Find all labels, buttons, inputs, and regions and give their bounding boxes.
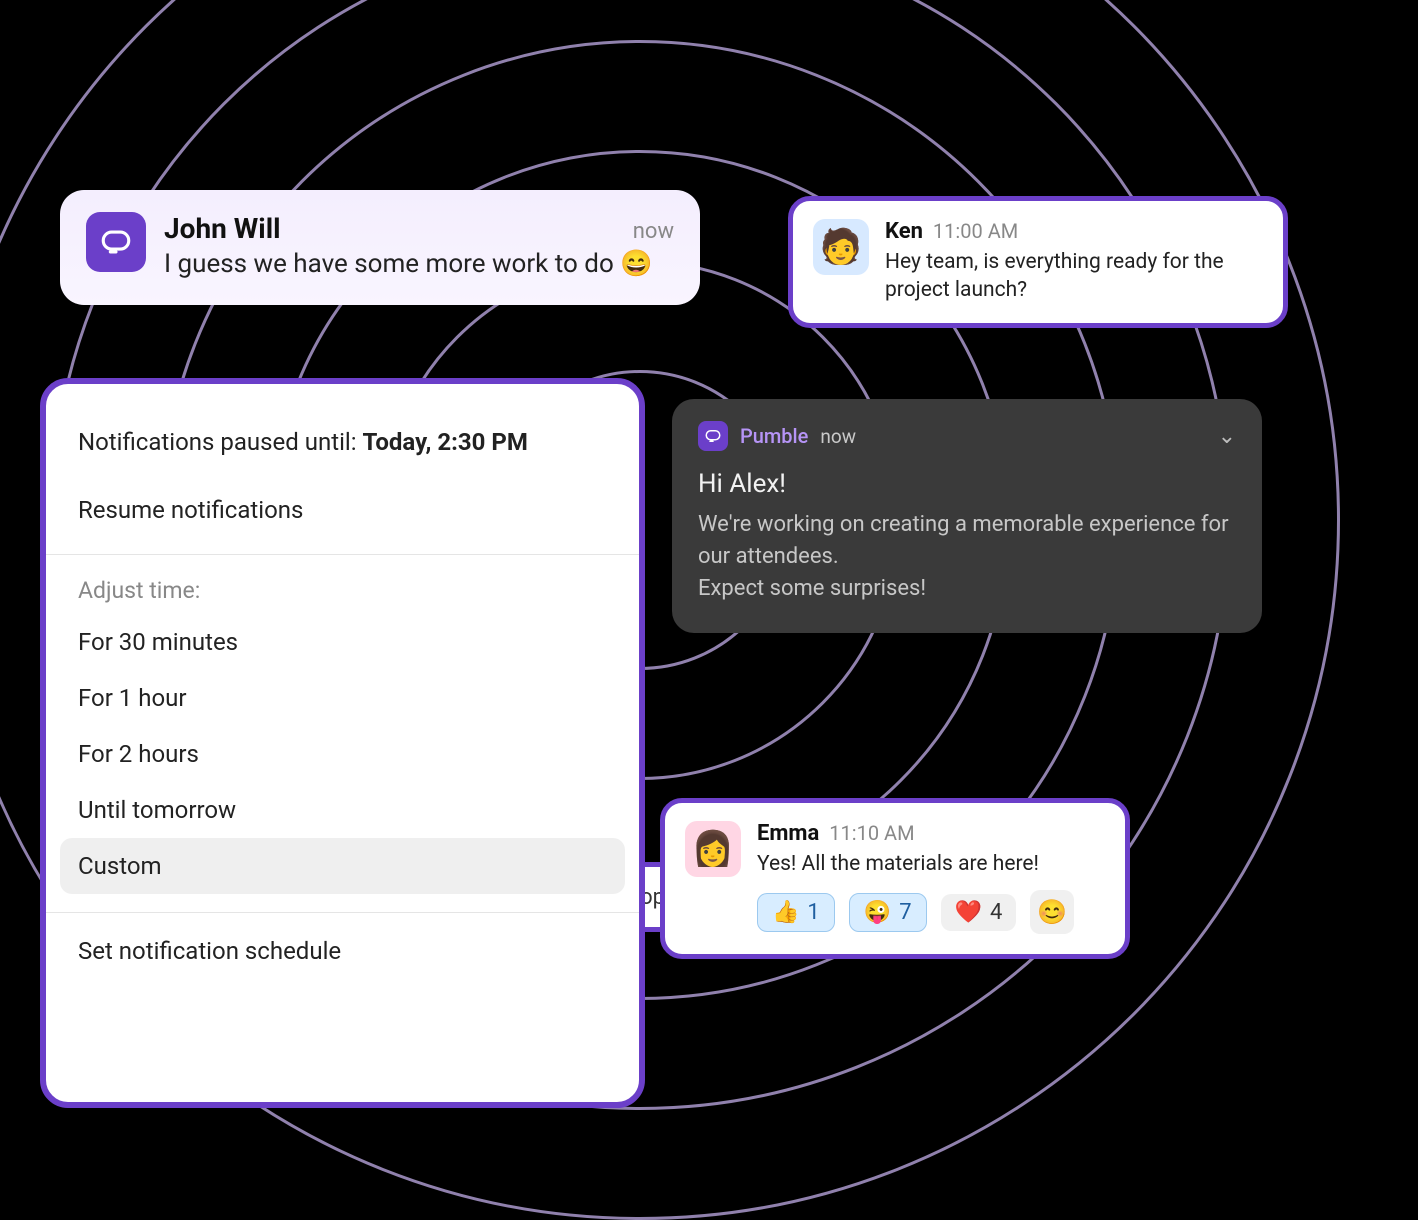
message-ken[interactable]: 🧑 Ken 11:00 AM Hey team, is everything r… bbox=[788, 196, 1288, 328]
add-reaction-icon: 😊 bbox=[1037, 898, 1067, 926]
sender-name: Emma bbox=[757, 821, 819, 846]
reaction-count: 4 bbox=[990, 900, 1002, 925]
message-text: Yes! All the materials are here! bbox=[757, 850, 1105, 878]
option-30-minutes[interactable]: For 30 minutes bbox=[46, 614, 639, 670]
avatar: 👩 bbox=[685, 821, 741, 877]
message-emma[interactable]: 👩 Emma 11:10 AM Yes! All the materials a… bbox=[660, 798, 1130, 959]
add-reaction-button[interactable]: 😊 bbox=[1030, 890, 1074, 934]
option-until-tomorrow[interactable]: Until tomorrow bbox=[46, 782, 639, 838]
reaction-count: 1 bbox=[807, 900, 819, 925]
set-notification-schedule[interactable]: Set notification schedule bbox=[46, 923, 639, 979]
notification-john[interactable]: John Will now I guess we have some more … bbox=[60, 190, 700, 305]
sender-name: Ken bbox=[885, 219, 923, 244]
app-icon bbox=[86, 212, 146, 272]
option-1-hour[interactable]: For 1 hour bbox=[46, 670, 639, 726]
timestamp: now bbox=[633, 219, 674, 244]
push-notification[interactable]: Pumble now ⌄ Hi Alex! We're working on c… bbox=[672, 399, 1262, 633]
notification-settings-panel: Notifications paused until: Today, 2:30 … bbox=[40, 378, 645, 1108]
timestamp: now bbox=[820, 425, 856, 448]
reactions-row: 👍 1 😜 7 ❤️ 4 😊 bbox=[757, 890, 1105, 934]
divider bbox=[46, 554, 639, 555]
timestamp: 11:10 AM bbox=[829, 821, 914, 845]
option-custom[interactable]: Custom bbox=[60, 838, 625, 894]
message-text: I guess we have some more work to do 😄 bbox=[164, 249, 674, 279]
push-body: We're working on creating a memorable ex… bbox=[698, 509, 1236, 605]
app-name: Pumble bbox=[740, 424, 808, 448]
resume-notifications[interactable]: Resume notifications bbox=[46, 482, 639, 538]
divider bbox=[46, 912, 639, 913]
adjust-time-label: Adjust time: bbox=[46, 563, 639, 614]
push-title: Hi Alex! bbox=[698, 469, 1236, 499]
reaction-thumbs-up[interactable]: 👍 1 bbox=[757, 893, 835, 932]
reaction-heart[interactable]: ❤️ 4 bbox=[941, 894, 1017, 931]
message-text: Hey team, is everything ready for the pr… bbox=[885, 248, 1263, 305]
timestamp: 11:00 AM bbox=[933, 219, 1018, 243]
avatar: 🧑 bbox=[813, 219, 869, 275]
heart-icon: ❤️ bbox=[955, 900, 982, 925]
reaction-count: 7 bbox=[899, 900, 911, 925]
wink-icon: 😜 bbox=[864, 900, 891, 925]
sender-name: John Will bbox=[164, 212, 281, 245]
app-icon bbox=[698, 421, 728, 451]
reaction-wink[interactable]: 😜 7 bbox=[849, 893, 927, 932]
chevron-down-icon[interactable]: ⌄ bbox=[1218, 424, 1236, 449]
option-2-hours[interactable]: For 2 hours bbox=[46, 726, 639, 782]
paused-until-line: Notifications paused until: Today, 2:30 … bbox=[46, 414, 639, 470]
thumbs-up-icon: 👍 bbox=[772, 900, 799, 925]
